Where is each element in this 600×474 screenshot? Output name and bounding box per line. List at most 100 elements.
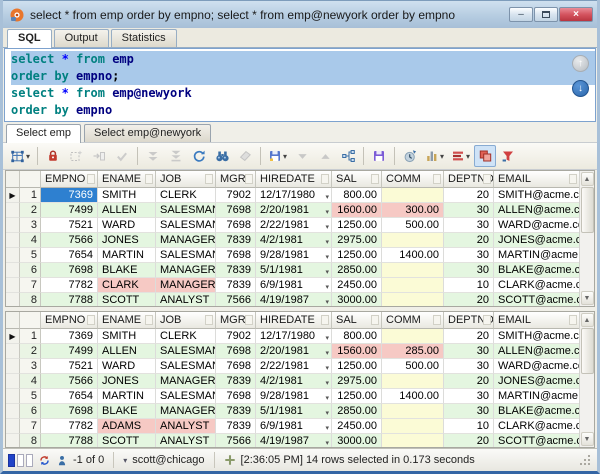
cell-email[interactable]: JONES@acme.com bbox=[494, 233, 579, 248]
cell-mgr[interactable]: 7566 bbox=[216, 293, 256, 306]
header-sort-box[interactable] bbox=[321, 315, 329, 325]
current-row-indicator[interactable]: ▶ bbox=[6, 188, 20, 203]
column-header-hiredate[interactable]: HIREDATE bbox=[256, 171, 332, 188]
header-sort-box[interactable] bbox=[87, 315, 95, 325]
date-dropdown-icon[interactable]: ▾ bbox=[325, 347, 329, 359]
cell-deptno[interactable]: 30 bbox=[444, 203, 494, 218]
scroll-down-button[interactable]: ↓ bbox=[572, 80, 589, 97]
cell-hiredate[interactable]: 4/2/1981▾ bbox=[256, 233, 332, 248]
cell-hiredate[interactable]: 4/2/1981▾ bbox=[256, 374, 332, 389]
date-dropdown-icon[interactable]: ▾ bbox=[325, 206, 329, 218]
cell-empno[interactable]: 7654 bbox=[41, 389, 98, 404]
cell-comm[interactable]: 1400.00 bbox=[382, 248, 444, 263]
cell-mgr[interactable]: 7839 bbox=[216, 278, 256, 293]
cell-empno[interactable]: 7698 bbox=[41, 404, 98, 419]
header-sort-box[interactable] bbox=[87, 174, 95, 184]
date-dropdown-icon[interactable]: ▾ bbox=[325, 191, 329, 203]
maximize-button[interactable] bbox=[534, 7, 558, 22]
cell-email[interactable]: SCOTT@acme.com bbox=[494, 434, 579, 447]
cell-deptno[interactable]: 10 bbox=[444, 419, 494, 434]
scrollbar-thumb[interactable] bbox=[581, 328, 594, 374]
cell-ename[interactable]: BLAKE bbox=[98, 404, 156, 419]
row-number[interactable]: 5 bbox=[20, 248, 41, 263]
cell-comm[interactable]: 500.00 bbox=[382, 359, 444, 374]
minimize-button[interactable]: – bbox=[509, 7, 533, 22]
cell-job[interactable]: MANAGER bbox=[156, 233, 216, 248]
cell-deptno[interactable]: 30 bbox=[444, 404, 494, 419]
cell-hiredate[interactable]: 2/20/1981▾ bbox=[256, 344, 332, 359]
row-indicator[interactable] bbox=[6, 434, 20, 447]
cell-sal[interactable]: 1560.00 bbox=[332, 344, 382, 359]
cell-comm[interactable] bbox=[382, 293, 444, 306]
cell-email[interactable]: ALLEN@acme.com bbox=[494, 344, 579, 359]
cell-mgr[interactable]: 7698 bbox=[216, 344, 256, 359]
cell-empno[interactable]: 7566 bbox=[41, 233, 98, 248]
column-header-comm[interactable]: COMM bbox=[382, 312, 444, 329]
select-all-corner[interactable] bbox=[6, 171, 20, 188]
data-tree-button[interactable] bbox=[337, 145, 359, 167]
connection-dropdown-icon[interactable]: ▾ bbox=[123, 456, 127, 465]
header-sort-box[interactable] bbox=[205, 174, 213, 184]
column-header-ename[interactable]: ENAME bbox=[98, 312, 156, 329]
sql-line-2[interactable]: order by empno; bbox=[11, 68, 595, 85]
cell-mgr[interactable]: 7698 bbox=[216, 218, 256, 233]
cell-email[interactable]: JONES@acme.com bbox=[494, 374, 579, 389]
row-number[interactable]: 3 bbox=[20, 359, 41, 374]
header-sort-box[interactable] bbox=[433, 174, 441, 184]
row-indicator[interactable] bbox=[6, 233, 20, 248]
date-dropdown-icon[interactable]: ▾ bbox=[325, 422, 329, 434]
cell-email[interactable]: CLARK@acme.com bbox=[494, 419, 579, 434]
row-number[interactable]: 1 bbox=[20, 188, 41, 203]
cell-job[interactable]: SALESMAN bbox=[156, 248, 216, 263]
cell-email[interactable]: MARTIN@acme.com bbox=[494, 389, 579, 404]
row-number[interactable]: 4 bbox=[20, 233, 41, 248]
cell-ename[interactable]: ALLEN bbox=[98, 344, 156, 359]
date-dropdown-icon[interactable]: ▾ bbox=[325, 251, 329, 263]
cell-mgr[interactable]: 7839 bbox=[216, 233, 256, 248]
cell-mgr[interactable]: 7902 bbox=[216, 188, 256, 203]
cell-ename[interactable]: WARD bbox=[98, 218, 156, 233]
cell-email[interactable]: BLAKE@acme.com bbox=[494, 404, 579, 419]
cell-deptno[interactable]: 10 bbox=[444, 278, 494, 293]
cell-deptno[interactable]: 30 bbox=[444, 218, 494, 233]
cell-ename[interactable]: ALLEN bbox=[98, 203, 156, 218]
header-sort-box[interactable] bbox=[569, 174, 577, 184]
cell-hiredate[interactable]: 9/28/1981▾ bbox=[256, 389, 332, 404]
cell-empno[interactable]: 7369 bbox=[41, 188, 98, 203]
row-indicator[interactable] bbox=[6, 263, 20, 278]
scroll-up-button[interactable]: ↑ bbox=[572, 55, 589, 72]
cell-comm[interactable]: 285.00 bbox=[382, 344, 444, 359]
cell-hiredate[interactable]: 5/1/1981▾ bbox=[256, 263, 332, 278]
header-sort-box[interactable] bbox=[483, 315, 491, 325]
cell-job[interactable]: SALESMAN bbox=[156, 359, 216, 374]
cell-job[interactable]: MANAGER bbox=[156, 278, 216, 293]
column-header-job[interactable]: JOB bbox=[156, 171, 216, 188]
cell-hiredate[interactable]: 12/17/1980▾ bbox=[256, 329, 332, 344]
scrollbar-down-icon[interactable]: ▼ bbox=[581, 291, 594, 305]
row-number[interactable]: 6 bbox=[20, 404, 41, 419]
tab-statistics[interactable]: Statistics bbox=[111, 29, 177, 47]
date-dropdown-icon[interactable]: ▾ bbox=[325, 281, 329, 293]
cell-sal[interactable]: 1600.00 bbox=[332, 203, 382, 218]
vertical-scrollbar[interactable]: ▲▼ bbox=[579, 312, 594, 447]
column-header-sal[interactable]: SAL bbox=[332, 312, 382, 329]
cell-ename[interactable]: WARD bbox=[98, 359, 156, 374]
cell-job[interactable]: ANALYST bbox=[156, 419, 216, 434]
cell-job[interactable]: MANAGER bbox=[156, 263, 216, 278]
row-indicator[interactable] bbox=[6, 419, 20, 434]
cell-comm[interactable] bbox=[382, 374, 444, 389]
scrollbar-down-icon[interactable]: ▼ bbox=[581, 432, 594, 446]
result-tab-select-emp-newyork[interactable]: Select emp@newyork bbox=[84, 124, 211, 142]
header-sort-box[interactable] bbox=[321, 174, 329, 184]
header-sort-box[interactable] bbox=[245, 315, 253, 325]
column-header-mgr[interactable]: MGR bbox=[216, 171, 256, 188]
cell-mgr[interactable]: 7839 bbox=[216, 374, 256, 389]
cell-comm[interactable]: 300.00 bbox=[382, 203, 444, 218]
sql-line-1[interactable]: select * from emp bbox=[11, 51, 595, 68]
cell-hiredate[interactable]: 5/1/1981▾ bbox=[256, 404, 332, 419]
cell-deptno[interactable]: 30 bbox=[444, 359, 494, 374]
date-dropdown-icon[interactable]: ▾ bbox=[325, 221, 329, 233]
cell-job[interactable]: CLERK bbox=[156, 188, 216, 203]
cell-deptno[interactable]: 20 bbox=[444, 293, 494, 306]
column-header-email[interactable]: EMAIL bbox=[494, 171, 579, 188]
